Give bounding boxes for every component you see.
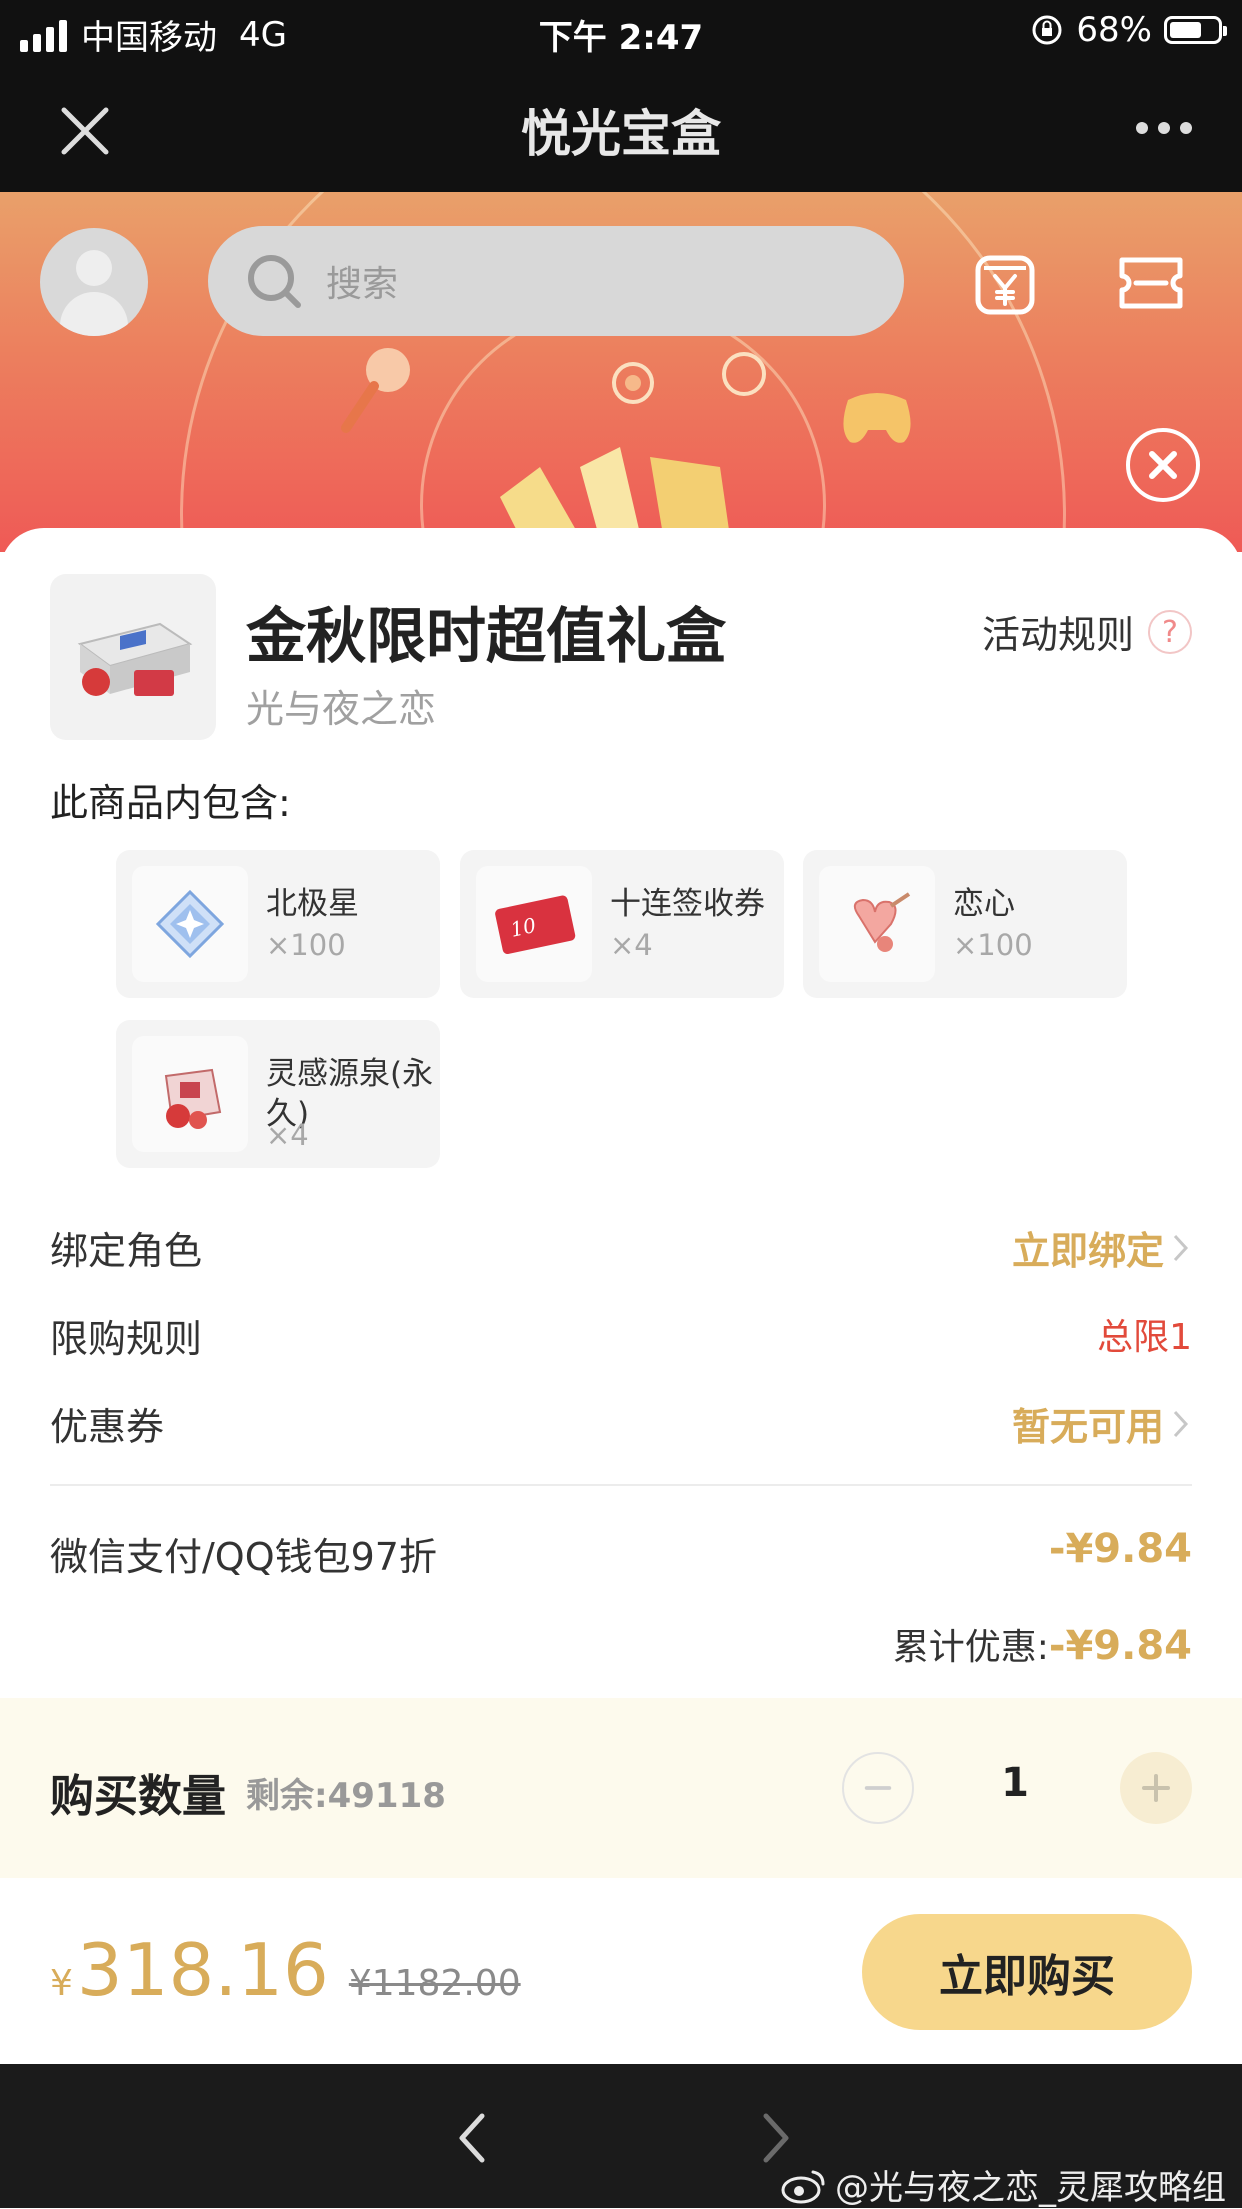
limit-rule-value: 总限1 [1097,1317,1192,1358]
bind-role-value: 立即绑定 [1011,1229,1164,1273]
orb-deco-icon [612,362,654,404]
chevron-right-icon [1173,1410,1189,1437]
limit-rule-row: 限购规则 总限1 [50,1308,1192,1368]
battery-level [1170,22,1202,38]
content-item: 10 十连签收券 ×4 [460,850,784,998]
banner: 搜索 [0,192,1242,552]
status-right: 68% [1030,10,1227,50]
orientation-lock-icon [1032,15,1062,45]
weibo-icon [781,2170,825,2203]
bind-role-row[interactable]: 绑定角色 立即绑定 [50,1220,1192,1280]
nav-bar: 悦光宝盒 [0,64,1242,192]
item-count: ×100 [953,928,1033,962]
price: ¥ 318.16 ¥1182.00 [50,1928,521,2012]
page-title: 悦光宝盒 [521,105,721,163]
item-name: 恋心 [953,886,1015,922]
coupon-value: 暂无可用 [1011,1405,1164,1449]
diamond-star-icon [132,866,248,982]
help-icon: ? [1148,609,1192,654]
love-heart-icon [819,866,935,982]
payment-discount-value: -¥9.84 [1048,1526,1192,1572]
payment-discount-label: 微信支付/QQ钱包97折 [50,1535,437,1579]
more-icon[interactable] [1136,122,1192,134]
search-bar[interactable]: 搜索 [208,226,904,336]
remaining-stock: 剩余:49118 [246,1776,446,1816]
quantity-label: 购买数量 [50,1771,226,1822]
current-price: 318.16 [76,1928,329,2012]
forward-arrow-icon[interactable] [756,2108,796,2168]
avatar[interactable] [40,228,148,336]
content-item: 恋心 ×100 [803,850,1127,998]
search-placeholder: 搜索 [326,264,399,305]
battery-icon [1164,16,1227,44]
bind-role-label: 绑定角色 [50,1229,203,1273]
quantity-bar: 购买数量 剩余:49118 1 [0,1698,1242,1878]
orb-deco-icon [722,352,766,396]
increase-quantity-button[interactable] [1120,1752,1192,1824]
limit-rule-label: 限购规则 [50,1317,203,1361]
battery-percent: 68% [1076,10,1152,50]
decrease-quantity-button[interactable] [842,1752,914,1824]
original-price: ¥1182.00 [348,1963,521,2004]
contents-label: 此商品内包含: [50,781,291,825]
product-sheet: 金秋限时超值礼盒 光与夜之恋 活动规则 ? 此商品内包含: 北极星 ×100 1… [0,528,1242,2064]
quantity-value: 1 [1001,1760,1029,1806]
search-icon [248,255,301,308]
buy-now-button[interactable]: 立即购买 [862,1914,1192,2030]
divider [50,1484,1192,1486]
item-name: 北极星 [266,886,359,922]
ticket-icon[interactable] [1116,248,1186,318]
currency-symbol: ¥ [50,1963,73,2004]
microphone-deco-icon [341,348,410,433]
gift-box-icon [77,622,193,696]
coupon-row[interactable]: 优惠券 暂无可用 [50,1396,1192,1456]
total-discount-label: 累计优惠: [892,1627,1049,1668]
watermark: @光与夜之恋_灵犀攻略组 [781,2160,1226,2209]
product-title: 金秋限时超值礼盒 [246,602,726,672]
total-discount-value: -¥9.84 [1048,1623,1192,1669]
payment-discount-row: 微信支付/QQ钱包97折 -¥9.84 [50,1526,1192,1586]
item-count: ×4 [610,928,653,962]
chevron-right-icon [1173,1234,1189,1261]
content-item: 北极星 ×100 [116,850,440,998]
coupon-label: 优惠券 [50,1405,165,1449]
item-count: ×100 [266,928,346,962]
gamepad-deco-icon [843,393,911,443]
product-thumbnail [50,574,216,740]
watermark-text: @光与夜之恋_灵犀攻略组 [835,2168,1226,2208]
product-game: 光与夜之恋 [246,687,437,731]
status-bar: 中国移动 4G 下午 2:47 68% [0,0,1242,64]
total-discount: 累计优惠:-¥9.84 [893,1618,1192,1670]
back-arrow-icon[interactable] [452,2108,492,2168]
item-count: ×4 [266,1118,309,1152]
gift-box-icon [132,1036,248,1152]
browser-bottom-bar: @光与夜之恋_灵犀攻略组 [0,2064,1242,2208]
item-name: 十连签收券 [610,886,765,922]
content-item: 灵感源泉(永久) ×4 [116,1020,440,1168]
activity-rules-link[interactable]: 活动规则 ? [982,604,1192,659]
banner-close-icon[interactable] [1126,428,1200,502]
wallet-yen-icon[interactable] [970,248,1040,318]
ticket-card-icon: 10 [476,866,592,982]
rules-label: 活动规则 [981,613,1134,657]
